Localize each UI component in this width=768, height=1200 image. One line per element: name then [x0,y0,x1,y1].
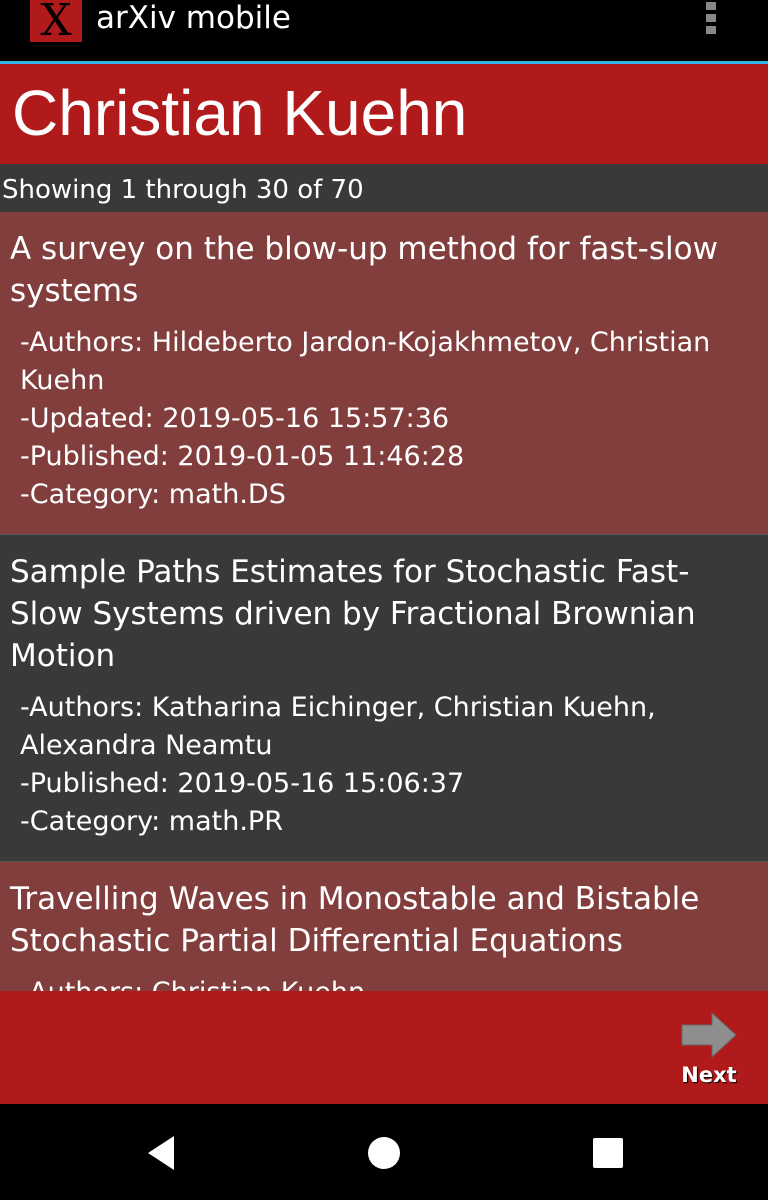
next-button[interactable]: Next [676,1011,742,1091]
overflow-menu-icon[interactable] [704,0,718,38]
paper-published: -Published: 2019-05-16 15:06:37 [20,768,465,799]
result-count: Showing 1 through 30 of 70 [0,164,768,212]
paper-authors: -Authors: Katharina Eichinger, Christian… [20,692,656,761]
paper-meta: -Authors: Hildeberto Jardon-Kojakhmetov,… [10,324,758,514]
footer-bar: Next [0,991,768,1104]
app-title: arXiv mobile [96,0,291,36]
paper-meta: -Authors: Christian Kuehn [10,974,758,991]
recents-icon[interactable] [583,1128,633,1178]
paper-category: -Category: math.DS [20,479,286,510]
paper-title: Travelling Waves in Monostable and Bista… [10,881,700,959]
system-nav-bar [0,1104,768,1200]
arxiv-logo: X [30,0,82,43]
paper-published: -Published: 2019-01-05 11:46:28 [20,441,465,472]
menu-dot [706,14,716,22]
paper-list-item[interactable]: Sample Paths Estimates for Stochastic Fa… [0,535,768,862]
paper-updated: -Updated: 2019-05-16 15:57:36 [20,403,450,434]
paper-authors: -Authors: Christian Kuehn [20,974,758,991]
back-icon[interactable] [142,1128,192,1178]
paper-title: A survey on the blow-up method for fast-… [10,231,718,309]
paper-list-item[interactable]: Travelling Waves in Monostable and Bista… [0,862,768,991]
next-arrow-icon [681,1011,737,1059]
paper-meta: -Authors: Katharina Eichinger, Christian… [10,689,758,841]
page-title: Christian Kuehn [12,77,468,149]
paper-category: -Category: math.PR [20,806,283,837]
paper-list-item[interactable]: A survey on the blow-up method for fast-… [0,212,768,535]
page-header: Christian Kuehn [0,64,768,164]
paper-authors: -Authors: Hildeberto Jardon-Kojakhmetov,… [20,327,711,396]
menu-dot [706,26,716,34]
menu-dot [706,2,716,10]
paper-title: Sample Paths Estimates for Stochastic Fa… [10,554,696,674]
home-icon[interactable] [359,1128,409,1178]
app-bar: X arXiv mobile [0,0,768,61]
next-label: Next [681,1063,737,1087]
paper-list[interactable]: A survey on the blow-up method for fast-… [0,212,768,991]
